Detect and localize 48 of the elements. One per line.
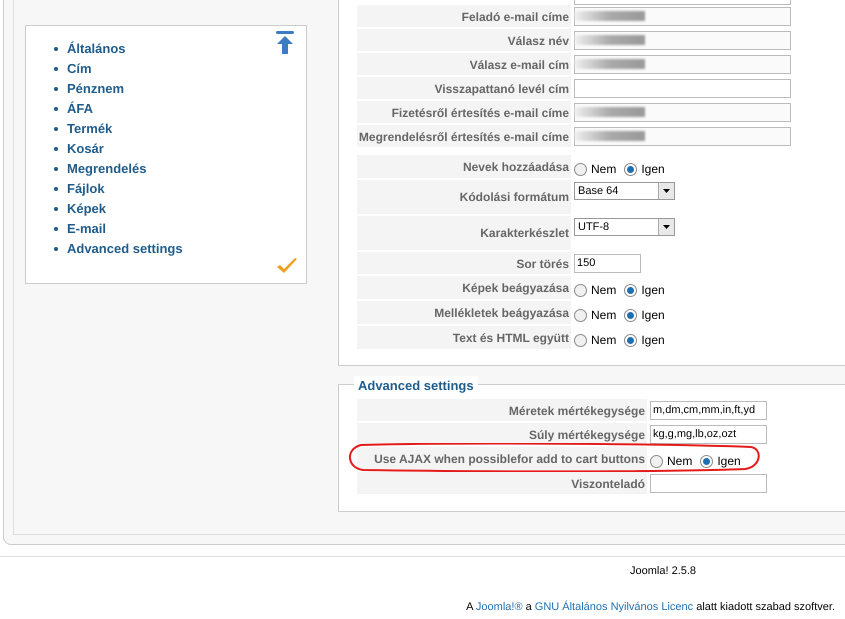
radio-label: Igen: [641, 307, 665, 324]
nav-link[interactable]: Fájlok: [67, 179, 105, 199]
select-field[interactable]: Base 64: [574, 182, 675, 200]
field-label: Mellékletek beágyazása: [434, 305, 569, 322]
radio-label: Igen: [641, 161, 665, 178]
field-label: Megrendelésről értesítés e-mail címe: [358, 129, 569, 146]
radio-label: Nem: [591, 161, 616, 178]
field-label: Visszapattanó levél cím: [434, 81, 569, 98]
field-label: Kódolási formátum: [460, 189, 569, 206]
text-field[interactable]: 150: [574, 254, 641, 273]
nav-link[interactable]: Megrendelés: [67, 159, 146, 179]
field-label: Súly mértékegysége: [528, 427, 645, 444]
field-label: Karakterkészlet: [480, 225, 569, 242]
nav-link[interactable]: Általános: [67, 39, 126, 59]
version-text: Joomla! 2.5.8: [630, 564, 696, 579]
nav-link[interactable]: Cím: [67, 59, 92, 79]
nav-link[interactable]: Advanced settings: [67, 239, 183, 259]
nav-link[interactable]: Kosár: [67, 139, 104, 159]
license-link[interactable]: GNU Általános Nyilvános Licenc: [534, 600, 694, 612]
radio-label: Igen: [717, 453, 741, 470]
radio-label: Igen: [641, 282, 665, 299]
nav-link[interactable]: Képek: [67, 199, 106, 219]
field-label: Nevek hozzáadása: [462, 159, 569, 176]
radio-label: Nem: [591, 307, 616, 324]
radio-label: Igen: [641, 332, 665, 349]
field-label: Válasz név: [508, 33, 569, 50]
field-label: Fizetésről értesítés e-mail címe: [392, 105, 569, 122]
field-label: Sor törés: [516, 256, 569, 273]
radio-label: Nem: [591, 282, 616, 299]
license-text: A Joomla!® a GNU Általános Nyilvános Licenc alatt kiadott szabad szoftver.: [466, 600, 835, 614]
field-label: Use AJAX when possiblefor add to cart buttons: [374, 451, 645, 468]
field-label: Viszonteladó: [571, 476, 645, 493]
field-label: Méretek mértékegysége: [508, 403, 645, 420]
field-label: Képek beágyazása: [462, 280, 569, 297]
license-link[interactable]: Joomla!®: [476, 600, 523, 612]
field-label: Text és HTML együtt: [452, 330, 569, 347]
section-legend: Advanced settings: [354, 376, 478, 396]
select-field[interactable]: UTF-8: [574, 218, 675, 236]
radio-label: Nem: [667, 453, 692, 470]
nav-link[interactable]: Termék: [67, 119, 112, 139]
nav-link[interactable]: ÁFA: [67, 99, 93, 119]
nav-link[interactable]: Pénznem: [67, 79, 124, 99]
text-field[interactable]: kg,g,mg,lb,oz,ozt: [650, 425, 767, 444]
text-field[interactable]: m,dm,cm,mm,in,ft,yd: [650, 401, 767, 420]
field-label: Válasz e-mail cím: [470, 57, 569, 74]
radio-label: Nem: [591, 332, 616, 349]
nav-link[interactable]: E-mail: [67, 219, 106, 239]
field-label: Feladó e-mail címe: [462, 9, 569, 26]
